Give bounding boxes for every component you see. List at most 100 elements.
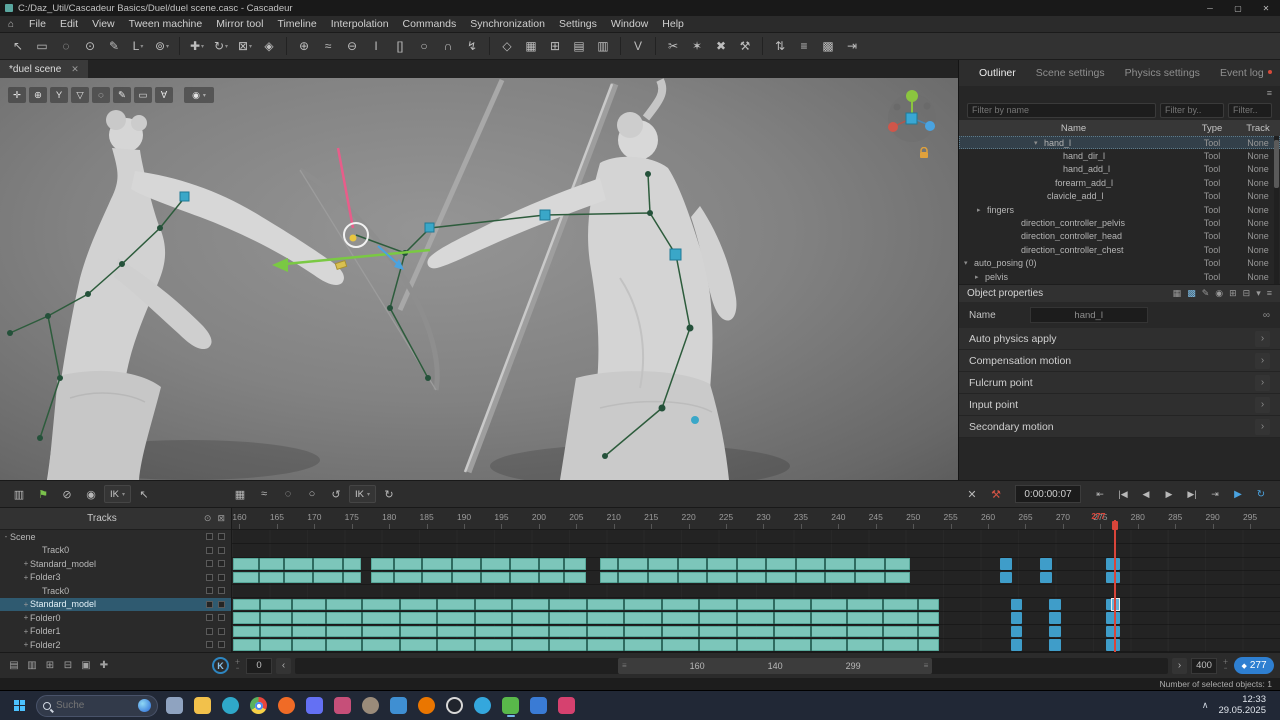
scroll-left-button[interactable]: ‹ (276, 658, 291, 674)
lock-icon[interactable]: ⊠ (217, 513, 225, 524)
track-row-folder1[interactable]: +Folder1 (0, 625, 231, 639)
section-fulcrum-point[interactable]: Fulcrum point› (959, 372, 1280, 394)
track-lock-checkbox[interactable] (218, 587, 225, 594)
app-icon-cascadeur[interactable] (498, 693, 523, 718)
prev-key-button[interactable]: |◀ (1112, 484, 1134, 504)
start-button[interactable] (6, 694, 32, 718)
app-icon-edge-browser[interactable] (218, 693, 243, 718)
v-logo-icon[interactable]: V (626, 35, 650, 57)
menu-item-mirror-tool[interactable]: Mirror tool (209, 17, 270, 31)
collapse-icon[interactable]: ▾ (964, 259, 974, 267)
op-tool-icon-4[interactable]: ◉ (1215, 288, 1223, 299)
keyframe-bar[interactable] (1106, 572, 1119, 584)
3d-viewport[interactable]: ✛⊕Y▽◌✎▭∀◉▾ (0, 78, 958, 480)
timeline-area[interactable]: 1601651701751801851901952002052102152202… (232, 508, 1280, 652)
diamond-icon[interactable]: ◇ (495, 35, 519, 57)
track-visibility-checkbox[interactable] (206, 547, 213, 554)
play-button[interactable]: ▶ (1158, 484, 1180, 504)
eye-icon[interactable]: ⊙ (204, 513, 212, 524)
track-row-folder2[interactable]: +Folder2 (0, 638, 231, 652)
crossing-icon[interactable]: ✕ (961, 484, 983, 504)
offset-spinner[interactable]: ＋− (233, 660, 242, 672)
column-name[interactable]: Name (959, 123, 1188, 134)
app-icon-task-view[interactable] (162, 693, 187, 718)
track-row-track0[interactable]: Track0 (0, 584, 231, 598)
vp-box-icon[interactable]: ▭ (134, 87, 152, 103)
bb-plus-icon[interactable]: ⊞ (42, 658, 58, 674)
op-tool-icon-6[interactable]: ⊟ (1243, 288, 1251, 299)
outliner-row[interactable]: ▸pelvisToolNone (959, 270, 1280, 283)
select-icon[interactable]: ↖ (6, 35, 30, 57)
box-select-icon[interactable]: ▭ (30, 35, 54, 57)
physics-wave-icon[interactable]: ≈ (316, 35, 340, 57)
vp-ik-icon[interactable]: Y (50, 87, 68, 103)
pointer-icon[interactable]: ↖ (133, 484, 155, 504)
pivot-menu-icon[interactable]: ⊚▾ (150, 35, 174, 57)
keyframe-bar[interactable] (1049, 626, 1061, 638)
bb-rows-icon[interactable]: ▥ (24, 658, 40, 674)
list-icon[interactable]: ≡ (792, 35, 816, 57)
menu-item-window[interactable]: Window (604, 17, 655, 31)
outliner-row[interactable]: direction_controller_pelvisToolNone (959, 216, 1280, 229)
timeline-scrollbar[interactable]: ≡ 160 140 299 ≡ (295, 658, 1168, 674)
outliner-row[interactable]: ▸fingersToolNone (959, 203, 1280, 216)
object-name-input[interactable] (1030, 307, 1148, 323)
ring-icon[interactable]: ○ (301, 484, 323, 504)
op-tool-icon-1[interactable]: ▦ (1173, 288, 1182, 299)
menu-item-settings[interactable]: Settings (552, 17, 604, 31)
outliner-row[interactable]: direction_controller_headToolNone (959, 230, 1280, 243)
key-button[interactable]: K (212, 657, 229, 674)
track-visibility-checkbox[interactable] (206, 628, 213, 635)
playhead[interactable] (1114, 520, 1116, 652)
track-visibility-checkbox[interactable] (206, 641, 213, 648)
app-icon-obs-studio[interactable] (442, 693, 467, 718)
app-icon-krita[interactable] (330, 693, 355, 718)
filter-track-input[interactable] (1228, 103, 1272, 118)
expand-icon[interactable]: ▸ (975, 273, 985, 281)
app-icon-blender[interactable] (414, 693, 439, 718)
track-visibility-checkbox[interactable] (206, 601, 213, 608)
keyframe-bar[interactable] (1049, 612, 1061, 624)
outliner-row[interactable]: ▾hand_lToolNone (959, 136, 1280, 149)
section-secondary-motion[interactable]: Secondary motion› (959, 416, 1280, 438)
tab-physics-settings[interactable]: Physics settings (1115, 67, 1210, 79)
op-tool-icon-2[interactable]: ▩ (1187, 288, 1196, 299)
tab-scene-settings[interactable]: Scene settings (1026, 67, 1115, 79)
camera-menu[interactable]: ◉▾ (184, 87, 214, 103)
vp-pen-icon[interactable]: ✎ (113, 87, 131, 103)
app-icon-chrome-browser[interactable] (246, 693, 271, 718)
outliner-row[interactable]: hand_dir_lToolNone (959, 149, 1280, 162)
keyframe-bar[interactable] (1106, 639, 1119, 651)
remove-point-icon[interactable]: ⊖ (340, 35, 364, 57)
animation-block[interactable] (600, 558, 911, 570)
copilot-icon[interactable] (138, 699, 151, 712)
bb-grid-icon[interactable]: ▤ (6, 658, 22, 674)
collapse-icon[interactable]: - (2, 532, 10, 541)
track-lock-checkbox[interactable] (218, 560, 225, 567)
menu-item-edit[interactable]: Edit (53, 17, 85, 31)
add-point-icon[interactable]: ⊕ (292, 35, 316, 57)
app-icon-firefox-browser[interactable] (274, 693, 299, 718)
app-icon-telegram[interactable] (470, 693, 495, 718)
next-frame-button[interactable]: ▶| (1181, 484, 1203, 504)
app-icon-discord[interactable] (302, 693, 327, 718)
pen-icon[interactable]: ✎ (102, 35, 126, 57)
keyframe-bar[interactable] (1106, 612, 1119, 624)
play-blue-button[interactable]: ▶ (1227, 484, 1249, 504)
interval-icon[interactable]: I (364, 35, 388, 57)
lasso-select-icon[interactable]: ◌ (54, 35, 78, 57)
scissors-icon[interactable]: ✂ (661, 35, 685, 57)
tab-duel-scene[interactable]: *duel scene ✕ (0, 60, 88, 78)
next-key-button[interactable]: ⇥ (1204, 484, 1226, 504)
keyframe-bar[interactable] (1000, 572, 1012, 584)
ik-mode-select[interactable]: IK▾ (349, 485, 376, 503)
brackets-icon[interactable]: [] (388, 35, 412, 57)
star-icon[interactable]: ✶ (685, 35, 709, 57)
paint-select-icon[interactable]: ⊙ (78, 35, 102, 57)
link-icon[interactable]: ∞ (1263, 310, 1270, 321)
expand-icon[interactable]: ▸ (977, 206, 987, 214)
track-lock-checkbox[interactable] (218, 547, 225, 554)
navigation-gizmo[interactable] (884, 88, 940, 144)
outliner-row[interactable]: clavicle_add_lToolNone (959, 190, 1280, 203)
outliner-scrollbar[interactable] (1274, 136, 1279, 284)
